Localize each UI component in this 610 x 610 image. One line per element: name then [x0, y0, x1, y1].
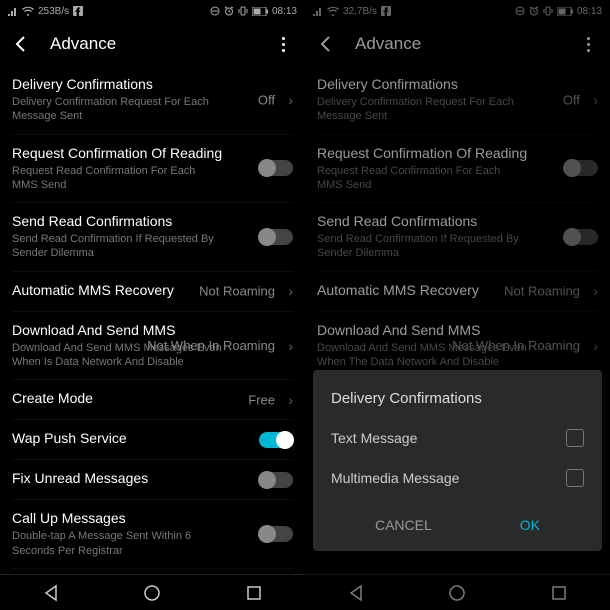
- navbar: [0, 574, 305, 610]
- toggle-request-read[interactable]: [259, 160, 293, 176]
- dialog-option-mms[interactable]: Multimedia Message: [331, 469, 584, 487]
- row-call-up[interactable]: Call Up Messages Double-tap A Message Se…: [12, 500, 293, 569]
- overflow-menu[interactable]: [273, 37, 293, 52]
- toggle-call-up[interactable]: [259, 526, 293, 542]
- value-off: Off: [258, 92, 275, 107]
- toggle-send-read[interactable]: [259, 229, 293, 245]
- ok-button[interactable]: OK: [500, 509, 560, 541]
- row-delivery-confirmations[interactable]: Delivery Confirmations Delivery Confirma…: [12, 66, 293, 135]
- checkbox-text-message[interactable]: [566, 429, 584, 447]
- signal-icon: [8, 6, 18, 16]
- row-auto-mms[interactable]: Automatic MMS Recovery Not Roaming ›: [12, 272, 293, 312]
- checkbox-multimedia-message[interactable]: [566, 469, 584, 487]
- back-icon[interactable]: [12, 34, 32, 54]
- settings-list: Delivery Confirmations Delivery Confirma…: [0, 66, 305, 574]
- alarm-icon: [224, 6, 234, 16]
- facebook-icon: [73, 6, 83, 16]
- cancel-button[interactable]: CANCEL: [355, 509, 452, 541]
- right-pane: 32,7B/s 08:13 Advance Delivery Confirmat…: [305, 0, 610, 610]
- row-send-read[interactable]: Send Read Confirmations Send Read Confir…: [12, 203, 293, 272]
- dialog-delivery-confirmations: Delivery Confirmations Text Message Mult…: [313, 370, 602, 551]
- toggle-fix-unread[interactable]: [259, 472, 293, 488]
- row-wap-push[interactable]: Wap Push Service: [12, 420, 293, 460]
- chevron-right-icon: ›: [288, 338, 293, 354]
- row-request-read[interactable]: Request Confirmation Of Reading Request …: [12, 135, 293, 204]
- toggle-wap-push[interactable]: [259, 432, 293, 448]
- nav-recent-icon[interactable]: [245, 584, 263, 602]
- dnd-icon: [210, 6, 220, 16]
- row-signature[interactable]: Signature Off ›: [12, 569, 293, 574]
- nav-home-icon[interactable]: [143, 584, 161, 602]
- chevron-right-icon: ›: [288, 92, 293, 108]
- row-download-mms[interactable]: Download And Send MMS Download And Send …: [12, 312, 293, 381]
- header: Advance: [0, 22, 305, 66]
- row-create-mode[interactable]: Create Mode Free ›: [12, 380, 293, 420]
- left-pane: 253B/s 08:13 Advance Delivery Confirmati…: [0, 0, 305, 610]
- statusbar: 253B/s 08:13: [0, 0, 305, 22]
- nav-back-icon[interactable]: [42, 584, 60, 602]
- battery-icon: [252, 7, 268, 16]
- chevron-right-icon: ›: [288, 392, 293, 408]
- clock: 08:13: [272, 6, 297, 17]
- net-speed: 253B/s: [38, 6, 69, 17]
- vibrate-icon: [238, 6, 248, 16]
- chevron-right-icon: ›: [288, 283, 293, 299]
- dialog-title: Delivery Confirmations: [331, 390, 584, 407]
- page-title: Advance: [50, 34, 273, 54]
- dialog-option-text[interactable]: Text Message: [331, 429, 584, 447]
- wifi-icon: [22, 6, 34, 16]
- row-fix-unread[interactable]: Fix Unread Messages: [12, 460, 293, 500]
